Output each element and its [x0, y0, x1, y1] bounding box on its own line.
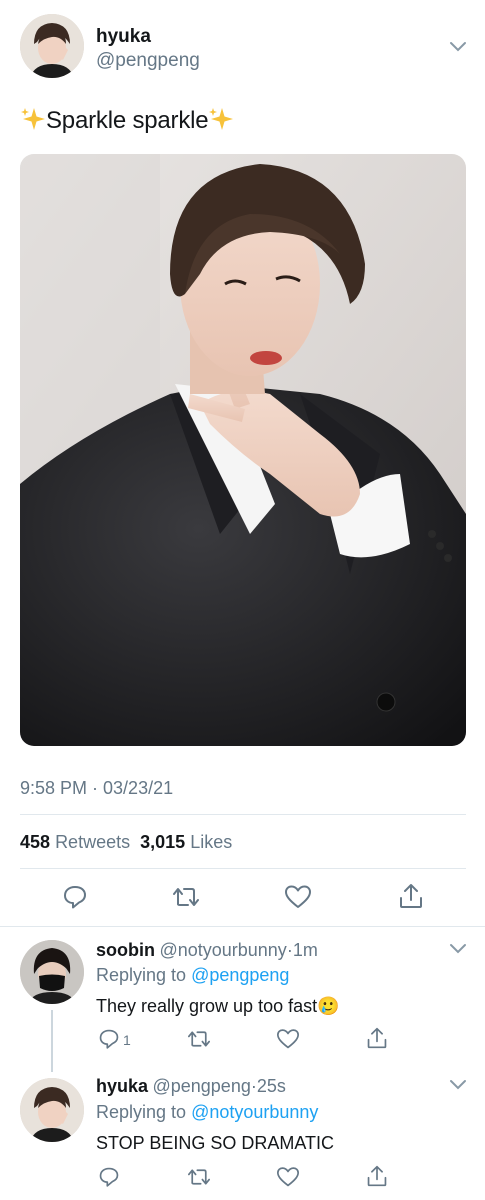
replying-to: Replying to @pengpeng	[96, 965, 289, 986]
author-avatar[interactable]	[20, 14, 84, 78]
retweets-count[interactable]: 458	[20, 832, 50, 852]
reply-count: 1	[123, 1032, 131, 1048]
author-handle[interactable]: @pengpeng	[96, 50, 200, 72]
divider	[20, 814, 466, 815]
replying-prefix: Replying to	[96, 1102, 187, 1122]
reply-header: hyuka @pengpeng·25s	[96, 1076, 286, 1097]
sparkle-icon	[208, 106, 234, 132]
replying-prefix: Replying to	[96, 965, 187, 985]
like-icon[interactable]	[276, 1028, 300, 1050]
replying-to: Replying to @notyourbunny	[96, 1102, 318, 1123]
retweet-icon[interactable]	[186, 1166, 212, 1188]
thread-line	[51, 1010, 53, 1072]
divider	[0, 926, 485, 927]
reply-icon[interactable]	[98, 1028, 120, 1050]
reply-icon[interactable]	[98, 1166, 120, 1188]
share-icon[interactable]	[366, 1026, 388, 1050]
reply-avatar[interactable]	[20, 1078, 84, 1142]
reply-text: They really grow up too fast🥲	[96, 996, 340, 1017]
reply-avatar[interactable]	[20, 940, 84, 1004]
reply-author-name[interactable]: hyuka	[96, 1076, 148, 1096]
likes-label[interactable]: Likes	[190, 832, 232, 852]
chevron-down-icon[interactable]	[448, 942, 468, 956]
like-icon[interactable]	[284, 884, 312, 910]
engagement-stats: 458 Retweets 3,015 Likes	[20, 832, 232, 853]
retweet-icon[interactable]	[186, 1028, 212, 1050]
chevron-down-icon[interactable]	[448, 1078, 468, 1092]
reply-author-name[interactable]: soobin	[96, 940, 155, 960]
replying-to-link[interactable]: @notyourbunny	[191, 1102, 318, 1122]
emoji: 🥲	[317, 996, 340, 1016]
tweet-text: Sparkle sparkle	[20, 106, 234, 135]
reply-time[interactable]: 25s	[257, 1076, 286, 1096]
chevron-down-icon[interactable]	[448, 40, 468, 54]
retweet-icon[interactable]	[171, 884, 201, 910]
likes-count[interactable]: 3,015	[140, 832, 185, 852]
tweet-timestamp[interactable]: 9:58 PM · 03/23/21	[20, 778, 173, 799]
author-name[interactable]: hyuka	[96, 26, 151, 48]
sparkle-icon	[20, 106, 46, 132]
share-icon[interactable]	[398, 882, 424, 910]
reply-header: soobin @notyourbunny·1m	[96, 940, 318, 961]
reply-text: STOP BEING SO DRAMATIC	[96, 1133, 335, 1153]
share-icon[interactable]	[366, 1164, 388, 1188]
replying-to-link[interactable]: @pengpeng	[191, 965, 289, 985]
tweet-text-body: Sparkle sparkle	[46, 107, 209, 134]
tweet-photo[interactable]	[20, 154, 466, 746]
retweets-label[interactable]: Retweets	[55, 832, 130, 852]
divider	[20, 868, 466, 869]
reply-icon[interactable]	[62, 884, 88, 910]
reply-author-handle[interactable]: @notyourbunny	[159, 940, 286, 960]
like-icon[interactable]	[276, 1166, 300, 1188]
reply-time[interactable]: 1m	[293, 940, 318, 960]
reply-text-body: They really grow up too fast	[96, 996, 318, 1016]
reply-author-handle[interactable]: @pengpeng	[152, 1076, 250, 1096]
